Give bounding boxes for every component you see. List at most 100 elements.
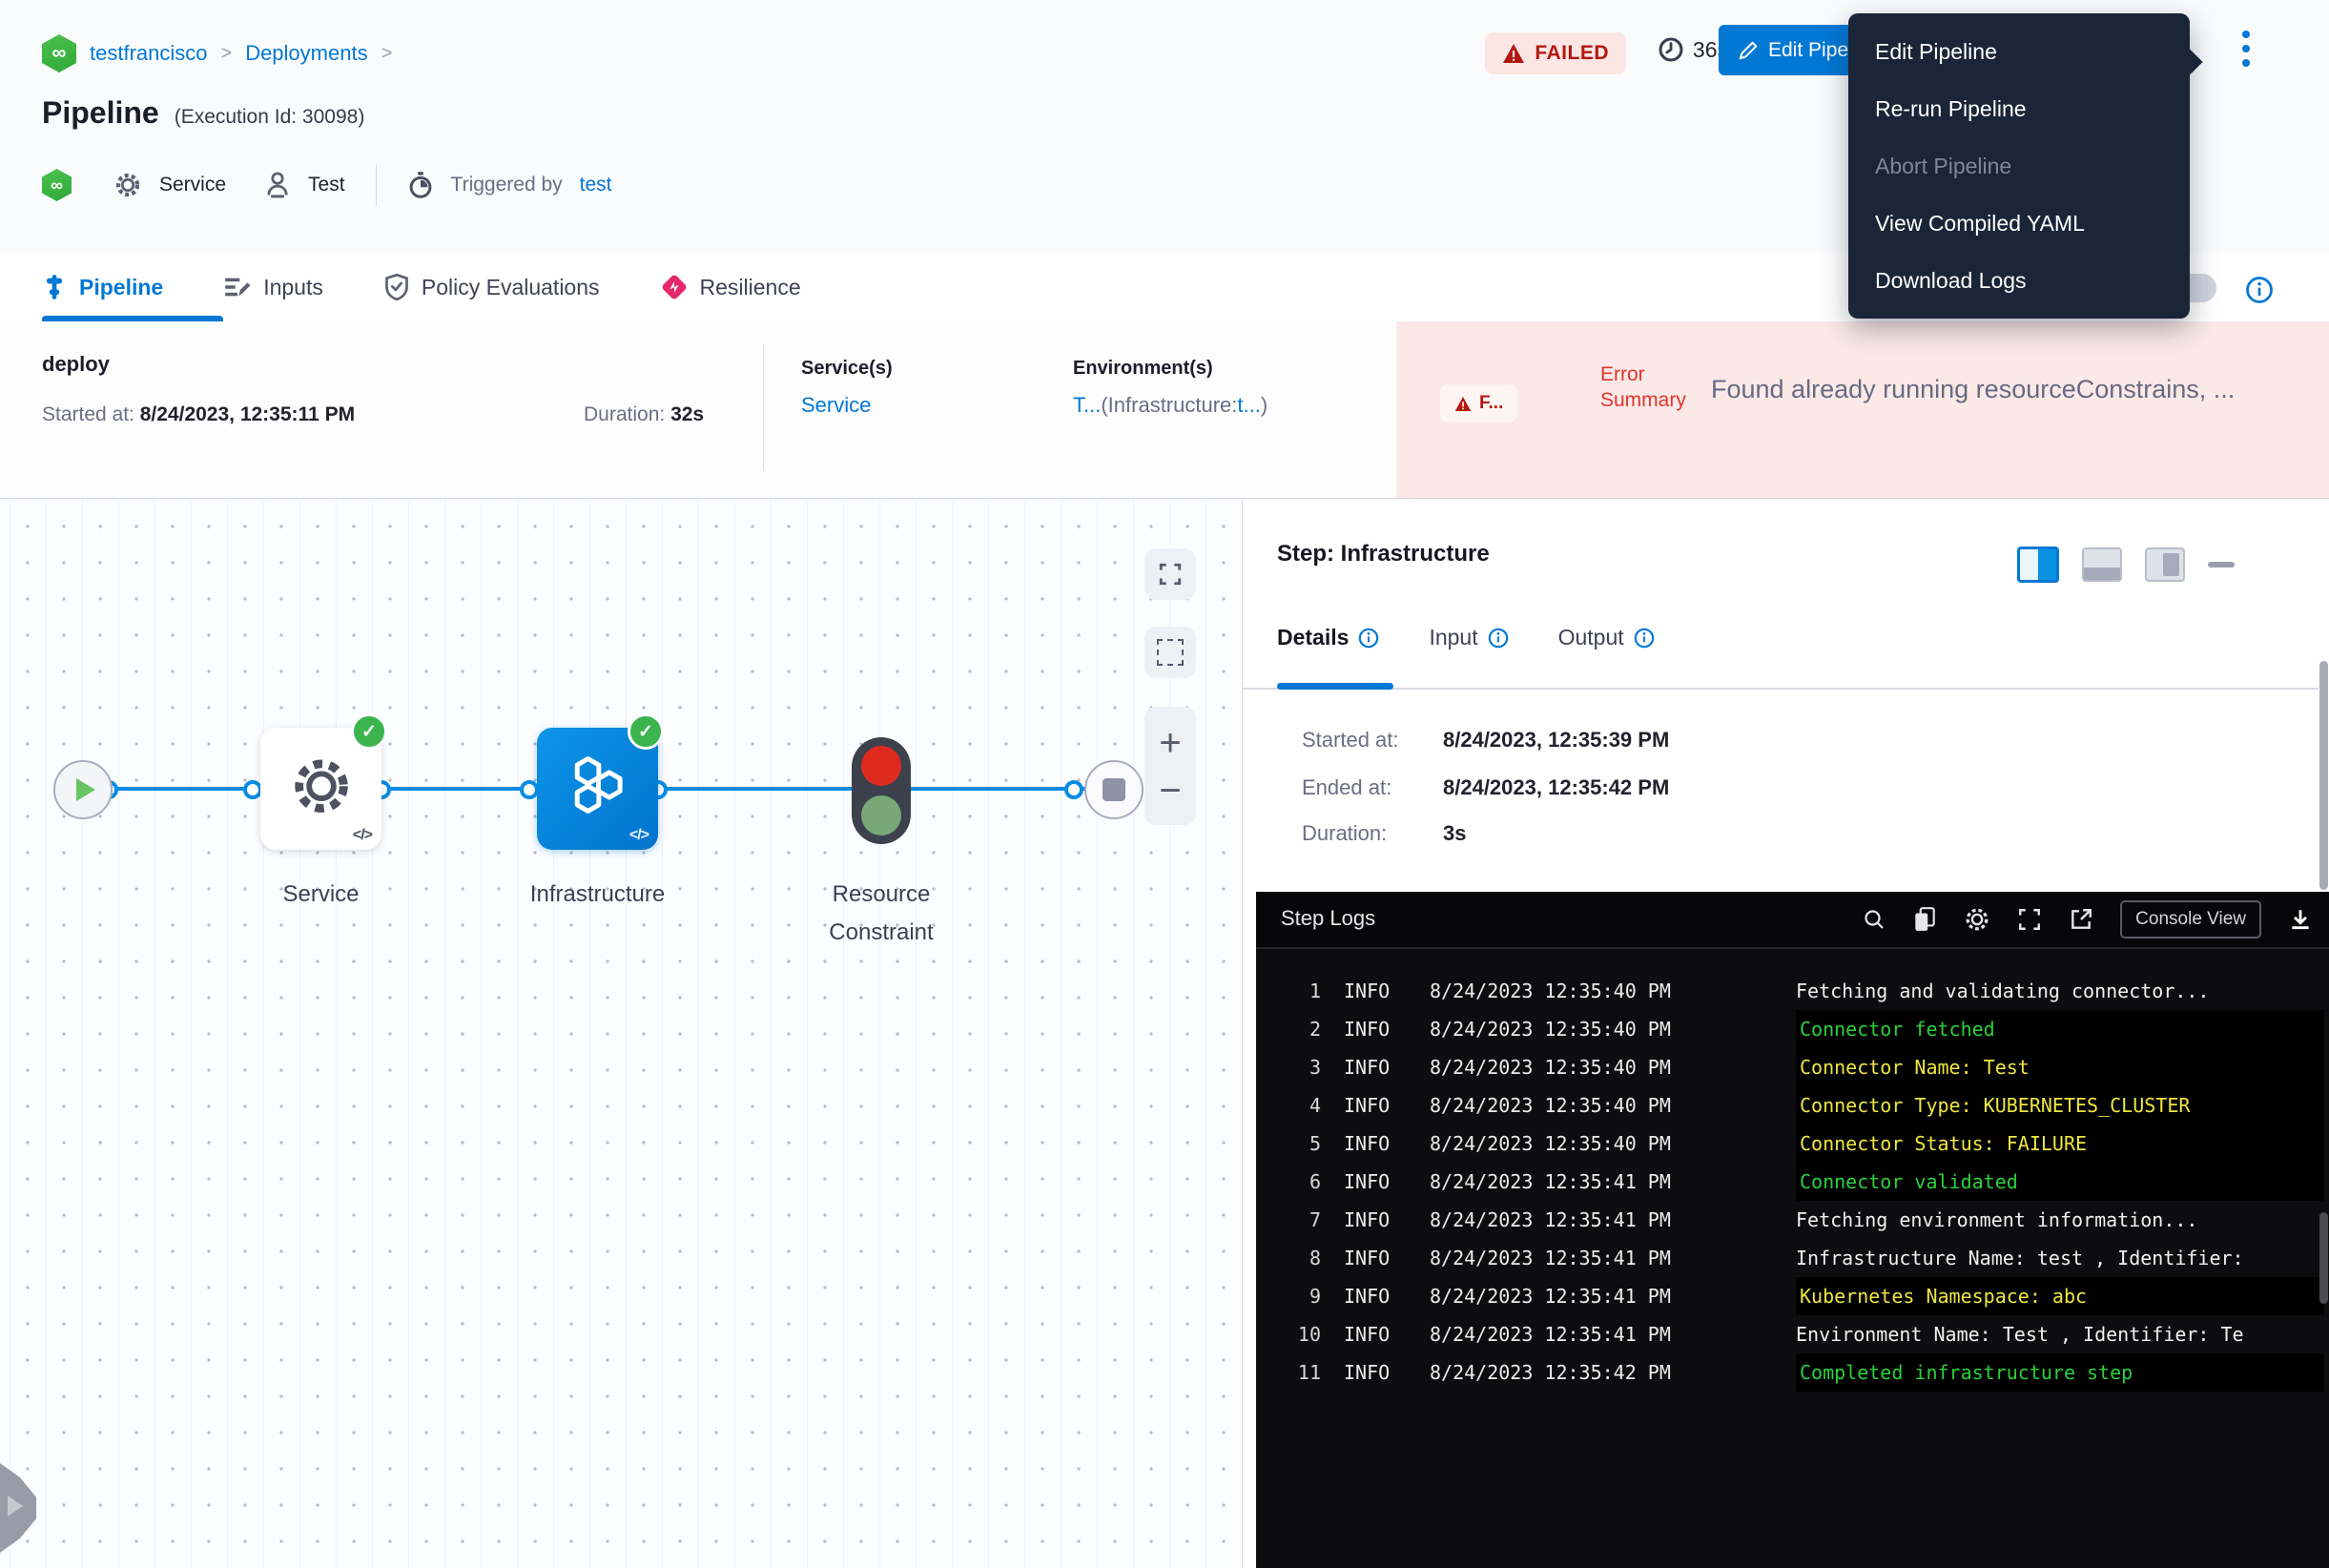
stage-name: deploy [42,352,110,377]
infrastructure-link[interactable]: t... [1237,393,1260,417]
tab-resilience[interactable]: Resilience [661,274,801,300]
gear-icon [113,171,142,199]
log-scrollbar[interactable] [2319,1212,2328,1304]
triggered-by-label: Triggered by [451,174,563,196]
panel-tab-border [1243,688,2319,690]
error-status-badge: F... [1440,384,1517,423]
stage-duration: Duration: 32s [584,403,704,426]
chevron-right-icon [8,1496,23,1516]
step-logs-header: Step Logs [1256,892,2329,949]
menu-item-rerun-pipeline[interactable]: Re-run Pipeline [1848,80,2190,137]
success-check-badge: ✓ [628,713,664,750]
shield-check-icon [384,274,409,300]
status-badge: FAILED [1485,32,1626,74]
start-node[interactable] [53,760,113,819]
node-service[interactable]: ✓ </> [260,728,381,850]
console-view-button[interactable]: Console View [2120,900,2261,939]
warning-triangle-icon [1454,396,1472,412]
info-icon[interactable] [2245,276,2274,304]
edge-port [1064,780,1083,799]
pipeline-graph-canvas[interactable]: ✓ </> Service ✓ </> Infrastructure Resou… [0,498,1242,1568]
options-dropdown-menu: Edit Pipeline Re-run Pipeline Abort Pipe… [1848,13,2190,319]
marquee-select-icon [1157,639,1184,666]
pipeline-execution-page: ∞ testfrancisco > Deployments > Pipeline… [0,0,2329,1568]
log-line: 11INFO8/24/2023 12:35:42 PMCompleted inf… [1256,1353,2329,1392]
download-icon[interactable] [2288,907,2313,932]
edge-port [520,780,539,799]
inputs-icon [224,275,251,299]
tab-input[interactable]: Input [1429,625,1508,650]
node-service-label: Service [260,876,381,914]
breadcrumb-separator: > [381,43,393,65]
gear-icon[interactable] [1964,906,1990,933]
tab-output[interactable]: Output [1558,625,1655,650]
canvas-select-button[interactable] [1144,627,1196,678]
harness-logo-icon: ∞ [42,34,76,72]
copy-icon[interactable] [1912,906,1937,933]
tab-inputs[interactable]: Inputs [224,275,323,300]
info-icon [1634,628,1655,649]
menu-item-download-logs[interactable]: Download Logs [1848,252,2190,309]
zoom-out-button[interactable]: − [1159,776,1181,805]
open-in-new-icon[interactable] [2069,907,2093,932]
log-toolbar: Console View [1863,892,2313,947]
log-line: 4INFO8/24/2023 12:35:40 PMConnector Type… [1256,1086,2329,1124]
resilience-icon [661,274,688,300]
log-line: 9INFO8/24/2023 12:35:41 PMKubernetes Nam… [1256,1277,2329,1315]
gear-icon [288,753,355,819]
clock-icon [1658,36,1684,63]
breadcrumb-deployments-link[interactable]: Deployments [245,41,367,66]
log-line: 10INFO8/24/2023 12:35:41 PMEnvironment N… [1256,1315,2329,1353]
step-panel-title: Step: Infrastructure [1277,541,1490,567]
end-node[interactable] [1084,760,1144,819]
panel-scrollbar[interactable] [2319,661,2328,890]
menu-item-edit-pipeline[interactable]: Edit Pipeline [1848,23,2190,80]
log-line: 1INFO8/24/2023 12:35:40 PMFetching and v… [1256,972,2329,1010]
right-view-button[interactable] [2145,547,2185,582]
zoom-in-button[interactable]: + [1159,727,1181,759]
environment-link[interactable]: T... [1073,393,1101,417]
status-badge-text: FAILED [1535,42,1609,65]
tab-pipeline[interactable]: Pipeline [42,274,163,300]
node-infrastructure-label: Infrastructure [467,876,728,914]
node-resource-constraint-label: Resource Constraint [790,876,973,952]
step-details-panel: Step: Infrastructure Details Input Outpu… [1242,498,2329,1568]
triggered-by-user-link[interactable]: test [580,174,612,196]
tab-policy-evaluations-label: Policy Evaluations [422,275,600,300]
elapsed-time: 36s [1658,36,1728,63]
tab-resilience-label: Resilience [700,275,801,300]
services-column: Service(s) Service [801,358,893,418]
user-meta-label: Test [308,174,345,196]
minimize-panel-button[interactable] [2208,562,2235,567]
breadcrumb-org-link[interactable]: testfrancisco [90,41,208,66]
log-line: 3INFO8/24/2023 12:35:40 PMConnector Name… [1256,1048,2329,1086]
harness-logo-icon: ∞ [42,169,72,201]
tab-details[interactable]: Details [1277,625,1379,650]
fullscreen-icon [1158,562,1183,587]
environments-column: Environment(s) T...(Infrastructure:t...) [1073,358,1268,418]
tab-policy-evaluations[interactable]: Policy Evaluations [384,274,600,300]
stage-started-at: Started at: 8/24/2023, 12:35:11 PM [42,403,355,426]
info-icon [1488,628,1509,649]
bottom-view-button[interactable] [2082,547,2122,582]
active-panel-tab-underline [1277,683,1393,690]
error-summary-label: Error Summary [1600,361,1715,413]
canvas-zoom-controls: + − [1144,707,1196,825]
canvas-fullscreen-button[interactable] [1144,548,1196,600]
node-resource-constraint[interactable] [852,737,911,844]
service-link[interactable]: Service [801,393,871,417]
execution-id: (Execution Id: 30098) [175,106,365,129]
detail-row-duration: Duration:3s [1302,821,1387,846]
split-view-button[interactable] [2017,547,2059,583]
node-infrastructure[interactable]: ✓ </> [537,728,658,850]
stop-icon [1103,778,1125,801]
green-light-icon [861,795,901,836]
search-icon[interactable] [1863,908,1886,931]
collapsed-nav-handle[interactable] [0,1463,36,1553]
log-line: 6INFO8/24/2023 12:35:41 PMConnector vali… [1256,1163,2329,1201]
error-summary-message: Found already running resourceConstrains… [1711,375,2310,404]
log-lines[interactable]: 1INFO8/24/2023 12:35:40 PMFetching and v… [1256,949,2329,1568]
more-options-button[interactable] [2232,21,2260,76]
menu-item-view-compiled-yaml[interactable]: View Compiled YAML [1848,195,2190,252]
expand-icon[interactable] [2017,907,2042,932]
